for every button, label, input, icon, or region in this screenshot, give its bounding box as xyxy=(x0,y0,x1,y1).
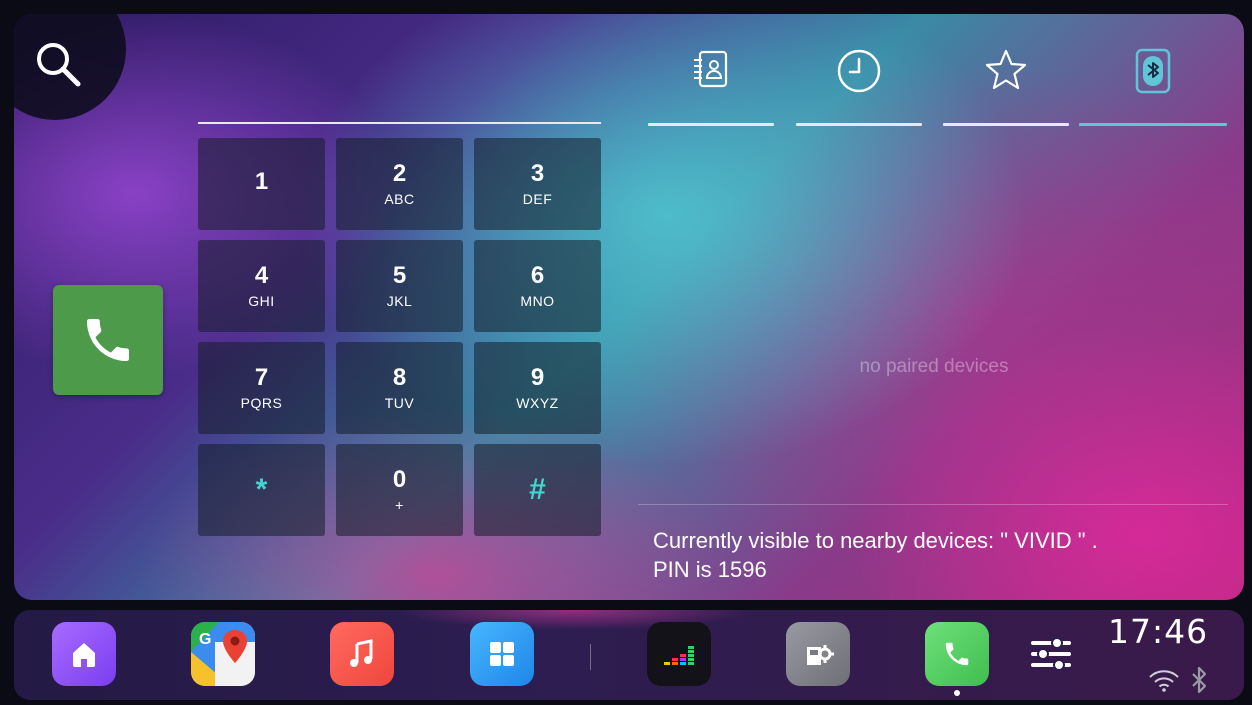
wifi-icon xyxy=(1149,670,1179,692)
call-button[interactable] xyxy=(53,285,163,395)
app-dock: G 17:46 xyxy=(14,610,1244,700)
key-digit: 6 xyxy=(530,262,545,289)
google-maps-app[interactable]: G xyxy=(191,622,255,686)
key-digit: * xyxy=(255,473,268,506)
key-hash[interactable]: # xyxy=(474,444,601,536)
app-grid-icon xyxy=(490,642,514,666)
tab-contacts[interactable] xyxy=(648,36,774,126)
tab-bluetooth[interactable] xyxy=(1079,36,1227,126)
recents-clock-icon xyxy=(837,49,881,93)
deezer-app-icon xyxy=(664,646,694,665)
tab-underline xyxy=(648,123,774,126)
key-1[interactable]: 1 xyxy=(198,138,325,230)
key-letters: TUV xyxy=(384,395,415,411)
key-3[interactable]: 3 DEF xyxy=(474,138,601,230)
svg-text:G: G xyxy=(199,631,211,648)
key-digit: 0 xyxy=(392,466,407,493)
key-letters: ABC xyxy=(384,191,415,207)
active-app-indicator xyxy=(954,690,960,696)
home-app-icon xyxy=(73,643,95,667)
app-grid[interactable] xyxy=(470,622,534,686)
clock-time: 17:46 xyxy=(1108,612,1209,651)
key-0[interactable]: 0 + xyxy=(336,444,463,536)
key-letters: MNO xyxy=(520,293,555,309)
phone-app-icon xyxy=(945,642,969,666)
no-paired-devices-message: no paired devices xyxy=(859,356,1009,377)
key-letters: GHI xyxy=(248,293,275,309)
dial-keypad: 1 2 ABC 3 DEF 4 GHI 5 JKL 6 MNO 7 PQRS 8 xyxy=(198,138,602,536)
dial-number-field[interactable] xyxy=(198,122,601,124)
dock-separator xyxy=(590,644,591,670)
search-icon xyxy=(37,43,81,87)
phone-panel: 1 2 ABC 3 DEF 4 GHI 5 JKL 6 MNO 7 PQRS 8 xyxy=(14,14,1244,600)
tab-favorites[interactable] xyxy=(943,36,1069,126)
phone-app[interactable] xyxy=(925,622,989,686)
equalizer-settings-icon xyxy=(1031,637,1071,671)
status-icons xyxy=(1148,666,1208,694)
key-letters: + xyxy=(395,497,404,513)
key-digit: 3 xyxy=(530,160,545,187)
car-settings-app[interactable] xyxy=(786,622,850,686)
tab-underline xyxy=(796,123,922,126)
equalizer-settings-button[interactable] xyxy=(1026,622,1076,686)
key-letters: JKL xyxy=(386,293,413,309)
key-9[interactable]: 9 WXYZ xyxy=(474,342,601,434)
key-digit: 8 xyxy=(392,364,407,391)
key-letters: PQRS xyxy=(240,395,283,411)
key-digit: 7 xyxy=(254,364,269,391)
key-digit: 9 xyxy=(530,364,545,391)
key-7[interactable]: 7 PQRS xyxy=(198,342,325,434)
key-digit: 5 xyxy=(392,262,407,289)
contacts-icon xyxy=(694,50,728,88)
visibility-line: Currently visible to nearby devices: " V… xyxy=(653,528,1098,553)
pin-line: PIN is 1596 xyxy=(653,557,767,582)
home-app[interactable] xyxy=(52,622,116,686)
key-8[interactable]: 8 TUV xyxy=(336,342,463,434)
music-app-icon xyxy=(350,639,373,667)
deezer-app[interactable] xyxy=(647,622,711,686)
key-5[interactable]: 5 JKL xyxy=(336,240,463,332)
key-6[interactable]: 6 MNO xyxy=(474,240,601,332)
key-star[interactable]: * xyxy=(198,444,325,536)
search-button[interactable] xyxy=(30,36,86,92)
key-2[interactable]: 2 ABC xyxy=(336,138,463,230)
google-maps-app-icon: G xyxy=(191,622,255,686)
tab-recents[interactable] xyxy=(796,36,922,126)
phone-handset-icon xyxy=(87,319,129,361)
key-digit: 1 xyxy=(254,168,269,195)
bluetooth-icon xyxy=(1135,48,1171,94)
divider xyxy=(638,504,1228,505)
tab-underline xyxy=(1079,123,1227,126)
bluetooth-status-icon xyxy=(1192,666,1207,694)
favorites-star-icon xyxy=(985,49,1027,90)
key-letters: WXYZ xyxy=(516,395,559,411)
key-digit: 2 xyxy=(392,160,407,187)
key-digit: # xyxy=(529,473,546,506)
car-settings-app-icon xyxy=(807,645,834,665)
key-4[interactable]: 4 GHI xyxy=(198,240,325,332)
key-digit: 4 xyxy=(254,262,269,289)
tab-underline xyxy=(943,123,1069,126)
visibility-info: Currently visible to nearby devices: " V… xyxy=(653,526,1098,584)
key-letters: DEF xyxy=(522,191,553,207)
music-app[interactable] xyxy=(330,622,394,686)
